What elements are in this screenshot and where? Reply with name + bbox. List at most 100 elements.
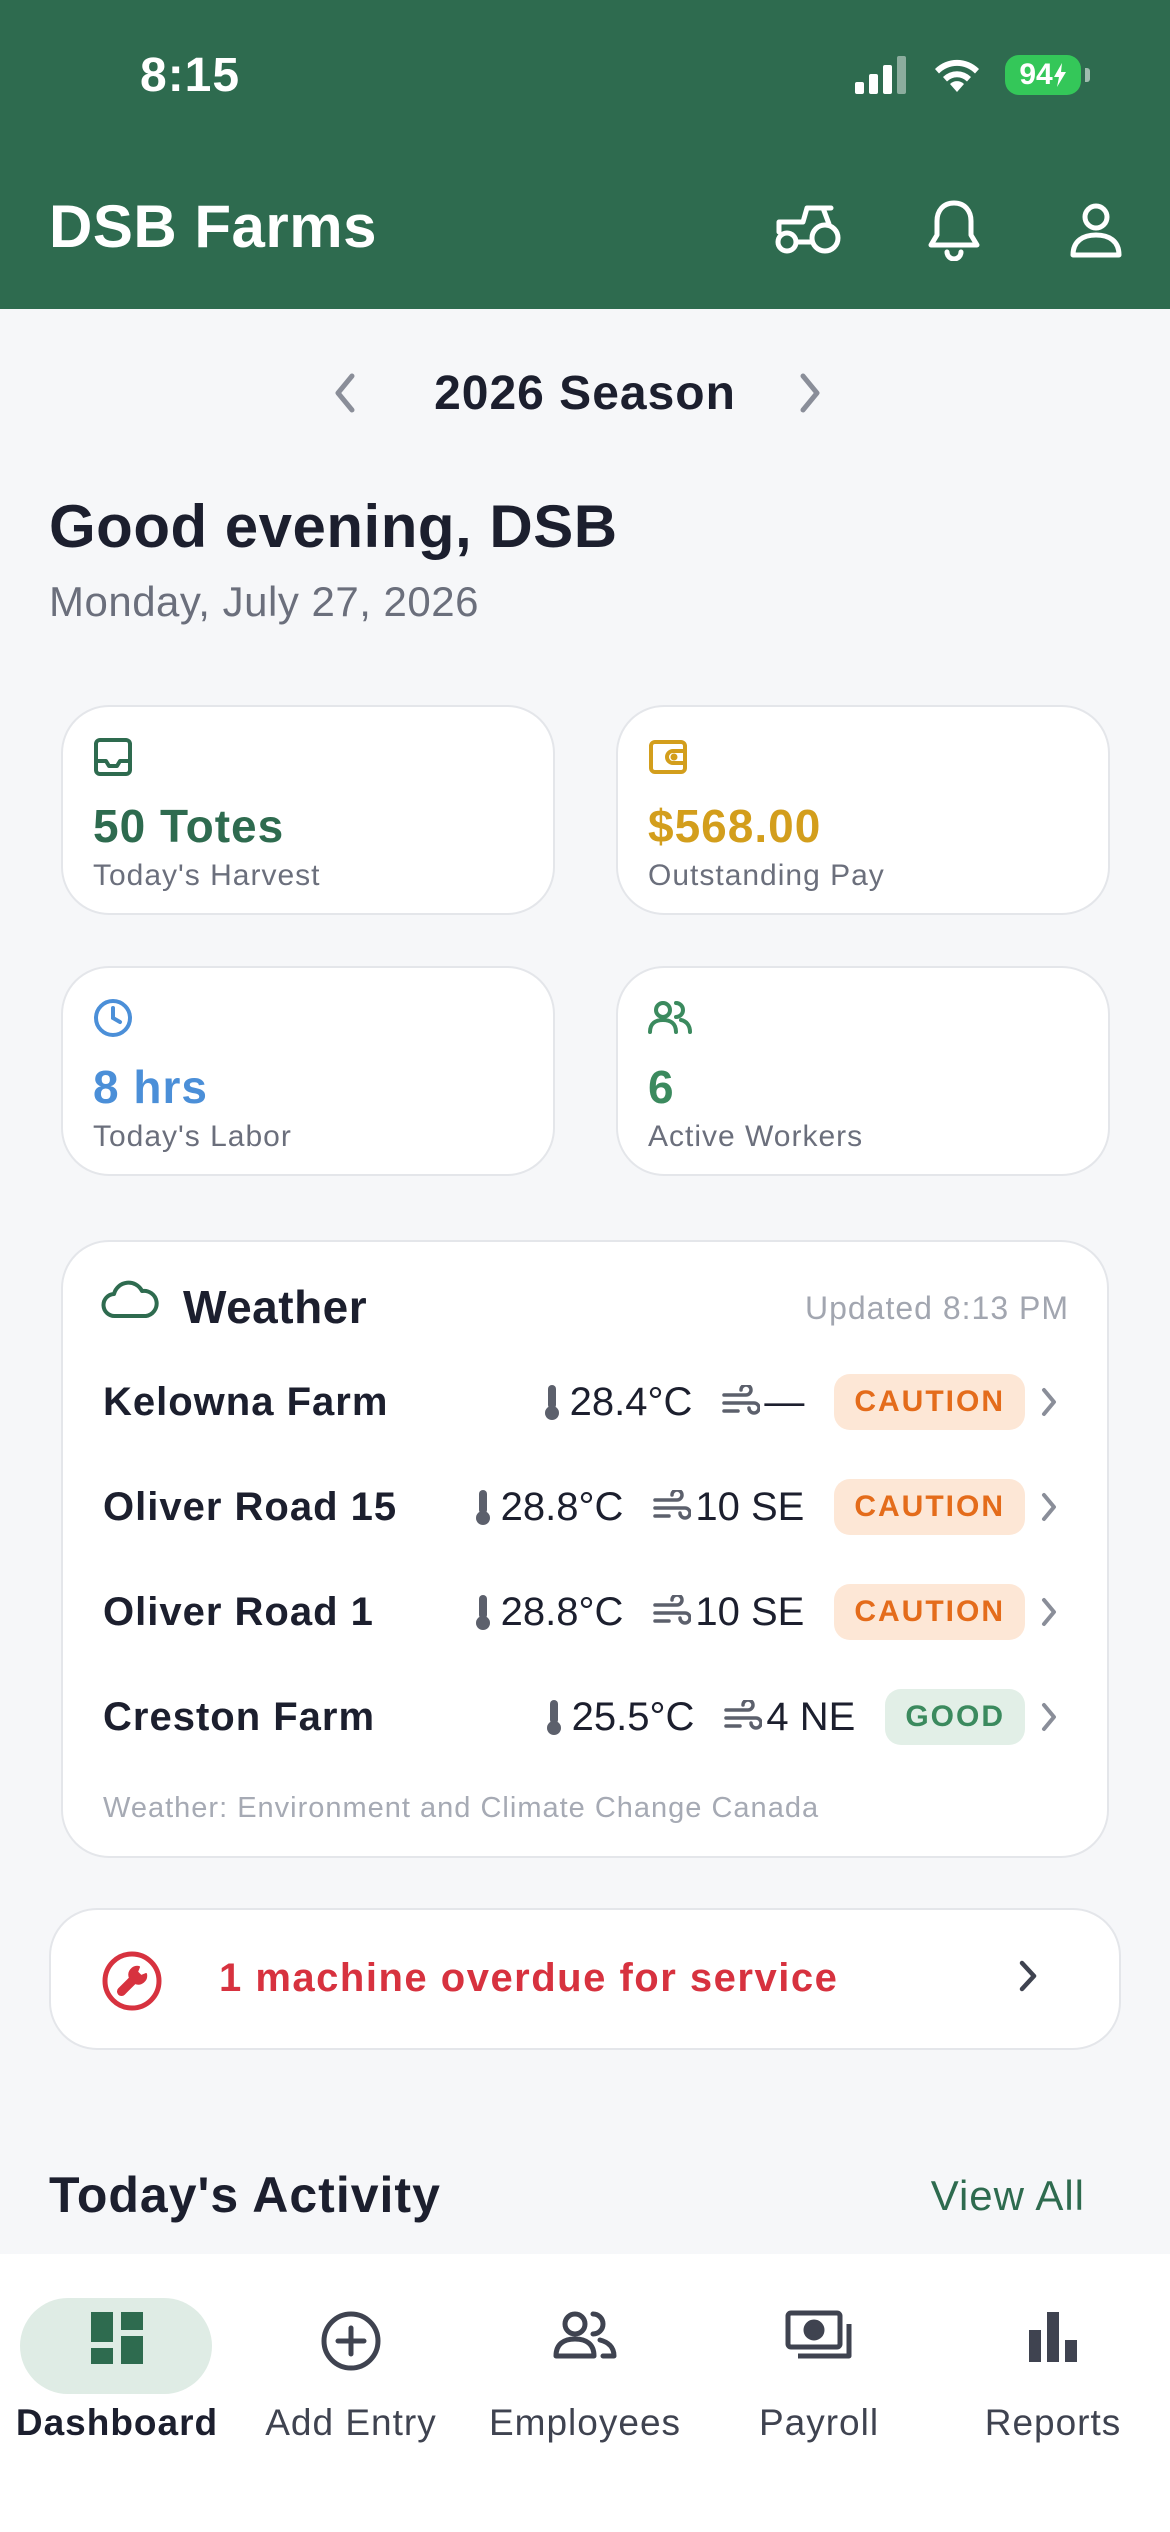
- status-badge: CAUTION: [834, 1374, 1025, 1430]
- view-all-link[interactable]: View All: [931, 2172, 1085, 2220]
- bell-icon[interactable]: [916, 192, 992, 268]
- wind-icon: [724, 1700, 763, 1730]
- wrench-icon: [101, 1950, 163, 2012]
- temperature: 28.8°C: [473, 1589, 624, 1635]
- status-badge: CAUTION: [834, 1584, 1025, 1640]
- profile-icon[interactable]: [1058, 192, 1134, 268]
- farm-name: Creston Farm: [103, 1695, 376, 1739]
- wind: 10 SE: [653, 1590, 804, 1635]
- maintenance-alert[interactable]: 1 machine overdue for service: [49, 1908, 1121, 2050]
- tab-payroll[interactable]: Payroll: [702, 2254, 936, 2454]
- wind-icon: [653, 1595, 692, 1625]
- stat-label: Today's Harvest: [93, 859, 321, 892]
- status-badge: GOOD: [885, 1689, 1025, 1745]
- thermometer-icon: [475, 1595, 490, 1630]
- wifi-icon: [935, 59, 979, 92]
- bar-chart-icon: [1027, 2310, 1079, 2362]
- wallet-icon: [648, 737, 688, 777]
- temperature-value: 25.5°C: [571, 1694, 695, 1739]
- next-season-chevron-icon[interactable]: [795, 370, 825, 416]
- thermometer-icon: [475, 1490, 490, 1525]
- stat-card-active-workers[interactable]: 6 Active Workers: [616, 966, 1110, 1176]
- temperature: 28.4°C: [542, 1379, 693, 1425]
- chevron-right-icon: [1042, 1388, 1056, 1416]
- temperature: 25.5°C: [544, 1694, 695, 1740]
- bottom-tab-bar: Dashboard Add Entry Employees Payroll Re…: [0, 2254, 1170, 2532]
- wind-value: —: [764, 1379, 805, 1424]
- weather-row-kelowna-farm[interactable]: Kelowna Farm 28.4°C — CAUTION: [63, 1372, 1111, 1432]
- stat-card-outstanding-pay[interactable]: $568.00 Outstanding Pay: [616, 705, 1110, 915]
- farm-name: Oliver Road 1: [103, 1590, 374, 1634]
- plus-circle-icon: [320, 2310, 382, 2372]
- wind-icon: [653, 1490, 692, 1520]
- season-label: 2026 Season: [434, 367, 736, 420]
- battery-indicator: 94: [1005, 55, 1081, 95]
- dashboard-icon: [89, 2310, 145, 2366]
- stat-value: 8 hrs: [93, 1061, 208, 1113]
- tab-label: Dashboard: [15, 2402, 219, 2443]
- stat-value: 6: [648, 1061, 675, 1113]
- tab-label: Reports: [984, 2402, 1122, 2443]
- charging-bolt-icon: [1053, 63, 1066, 87]
- weather-row-creston-farm[interactable]: Creston Farm 25.5°C 4 NE GOOD: [63, 1687, 1111, 1747]
- inbox-tray-icon: [93, 737, 133, 777]
- status-badge: CAUTION: [834, 1479, 1025, 1535]
- tab-reports[interactable]: Reports: [936, 2254, 1170, 2454]
- current-date: Monday, July 27, 2026: [49, 578, 479, 625]
- tab-label: Payroll: [758, 2402, 880, 2443]
- temperature-value: 28.8°C: [500, 1484, 624, 1529]
- chevron-right-icon: [1042, 1598, 1056, 1626]
- stat-label: Outstanding Pay: [648, 859, 885, 892]
- status-icons: 94: [853, 55, 1090, 95]
- stat-value: 50 Totes: [93, 800, 285, 852]
- tab-label: Employees: [488, 2402, 682, 2443]
- cloud-icon: [101, 1280, 159, 1320]
- signal-icon: [855, 56, 906, 94]
- wind-icon: [722, 1385, 761, 1415]
- chevron-right-icon: [1017, 1958, 1039, 1994]
- chevron-right-icon: [1042, 1493, 1056, 1521]
- clock-icon: [93, 998, 133, 1038]
- tab-add-entry[interactable]: Add Entry: [234, 2254, 468, 2454]
- app-header: 8:15 94 DSB Farms: [0, 0, 1170, 309]
- users-icon: [648, 998, 692, 1038]
- wind: 10 SE: [653, 1485, 804, 1530]
- status-time: 8:15: [140, 49, 241, 102]
- farm-name: Oliver Road 15: [103, 1485, 398, 1529]
- tab-employees[interactable]: Employees: [468, 2254, 702, 2454]
- money-icon: [785, 2310, 853, 2362]
- thermometer-icon: [544, 1385, 559, 1420]
- stat-card-harvest[interactable]: 50 Totes Today's Harvest: [61, 705, 555, 915]
- tractor-icon[interactable]: [770, 192, 846, 268]
- weather-source: Weather: Environment and Climate Change …: [103, 1792, 820, 1824]
- weather-updated: Updated 8:13 PM: [804, 1290, 1069, 1326]
- temperature: 28.8°C: [473, 1484, 624, 1530]
- stat-label: Active Workers: [648, 1120, 864, 1153]
- people-icon: [553, 2310, 617, 2360]
- season-selector: 2026 Season: [0, 360, 1170, 430]
- weather-row-oliver-road-1[interactable]: Oliver Road 1 28.8°C 10 SE CAUTION: [63, 1582, 1111, 1642]
- tab-label: Add Entry: [265, 2402, 437, 2443]
- temperature-value: 28.8°C: [500, 1589, 624, 1634]
- wind: 4 NE: [724, 1695, 855, 1740]
- tab-dashboard[interactable]: Dashboard: [0, 2254, 234, 2454]
- wind: —: [722, 1380, 804, 1425]
- battery-cap: [1085, 68, 1090, 82]
- battery-level: 94: [1019, 58, 1053, 91]
- stat-card-labor[interactable]: 8 hrs Today's Labor: [61, 966, 555, 1176]
- wind-value: 10 SE: [695, 1589, 805, 1634]
- weather-card: Weather Updated 8:13 PM Kelowna Farm 28.…: [61, 1240, 1109, 1858]
- stat-label: Today's Labor: [93, 1120, 292, 1153]
- chevron-right-icon: [1042, 1703, 1056, 1731]
- thermometer-icon: [546, 1700, 561, 1735]
- wind-value: 4 NE: [766, 1694, 856, 1739]
- wind-value: 10 SE: [695, 1484, 805, 1529]
- farm-name: Kelowna Farm: [103, 1380, 389, 1424]
- stat-value: $568.00: [648, 800, 822, 852]
- activity-title: Today's Activity: [49, 2167, 441, 2223]
- greeting-text: Good evening, DSB: [49, 493, 618, 560]
- alert-text: 1 machine overdue for service: [219, 1956, 839, 2000]
- weather-row-oliver-road-15[interactable]: Oliver Road 15 28.8°C 10 SE CAUTION: [63, 1477, 1111, 1537]
- weather-title: Weather: [183, 1281, 368, 1333]
- temperature-value: 28.4°C: [569, 1379, 693, 1424]
